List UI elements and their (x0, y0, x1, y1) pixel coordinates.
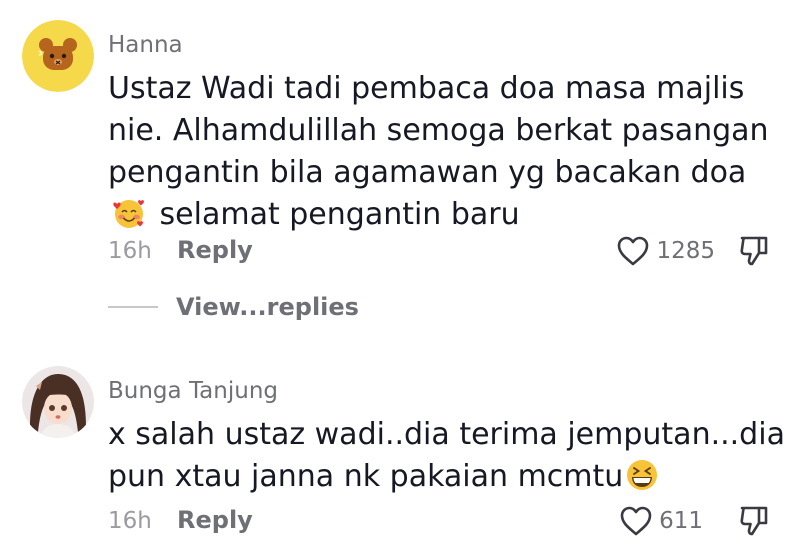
view-replies-label: View...replies (176, 293, 359, 321)
smiling-face-with-hearts-icon (113, 200, 144, 228)
view-replies-button[interactable]: View...replies (108, 292, 359, 322)
like-button[interactable]: 611 (619, 504, 703, 538)
divider (108, 306, 158, 308)
like-count: 1285 (656, 238, 715, 264)
reply-button[interactable]: Reply (177, 506, 253, 534)
comment-text: x salah ustaz wadi..dia terima jemputan.… (108, 414, 788, 498)
like-button[interactable]: 1285 (616, 234, 715, 268)
timestamp: 16h (108, 508, 152, 534)
thumbs-down-icon (740, 506, 768, 536)
comment-username[interactable]: Bunga Tanjung (108, 378, 278, 404)
like-count: 611 (659, 508, 703, 534)
avatar[interactable] (22, 366, 94, 438)
reply-button[interactable]: Reply (177, 236, 253, 264)
comment-actions: 16h Reply 611 (108, 504, 780, 538)
comment-username[interactable]: Hanna (108, 32, 183, 58)
avatar[interactable] (22, 20, 94, 92)
anime-girl-avatar-icon (22, 366, 94, 438)
timestamp: 16h (108, 238, 152, 264)
dislike-button[interactable] (738, 234, 770, 272)
thumbs-down-icon (740, 236, 768, 266)
heart-icon (618, 236, 649, 266)
heart-icon (620, 506, 652, 536)
comment-text-part: x salah ustaz wadi..dia terima jemputan.… (108, 417, 785, 494)
grinning-squinting-face-icon (627, 460, 658, 490)
comment-text-part: selamat pengantin baru (159, 197, 520, 232)
bear-avatar-icon (22, 20, 94, 92)
dislike-button[interactable] (738, 504, 770, 542)
comment-text-part: Ustaz Wadi tadi pembaca doa masa majlis … (108, 71, 769, 190)
comment-actions: 16h Reply 1285 (108, 234, 780, 268)
comment-text: Ustaz Wadi tadi pembaca doa masa majlis … (108, 68, 788, 236)
